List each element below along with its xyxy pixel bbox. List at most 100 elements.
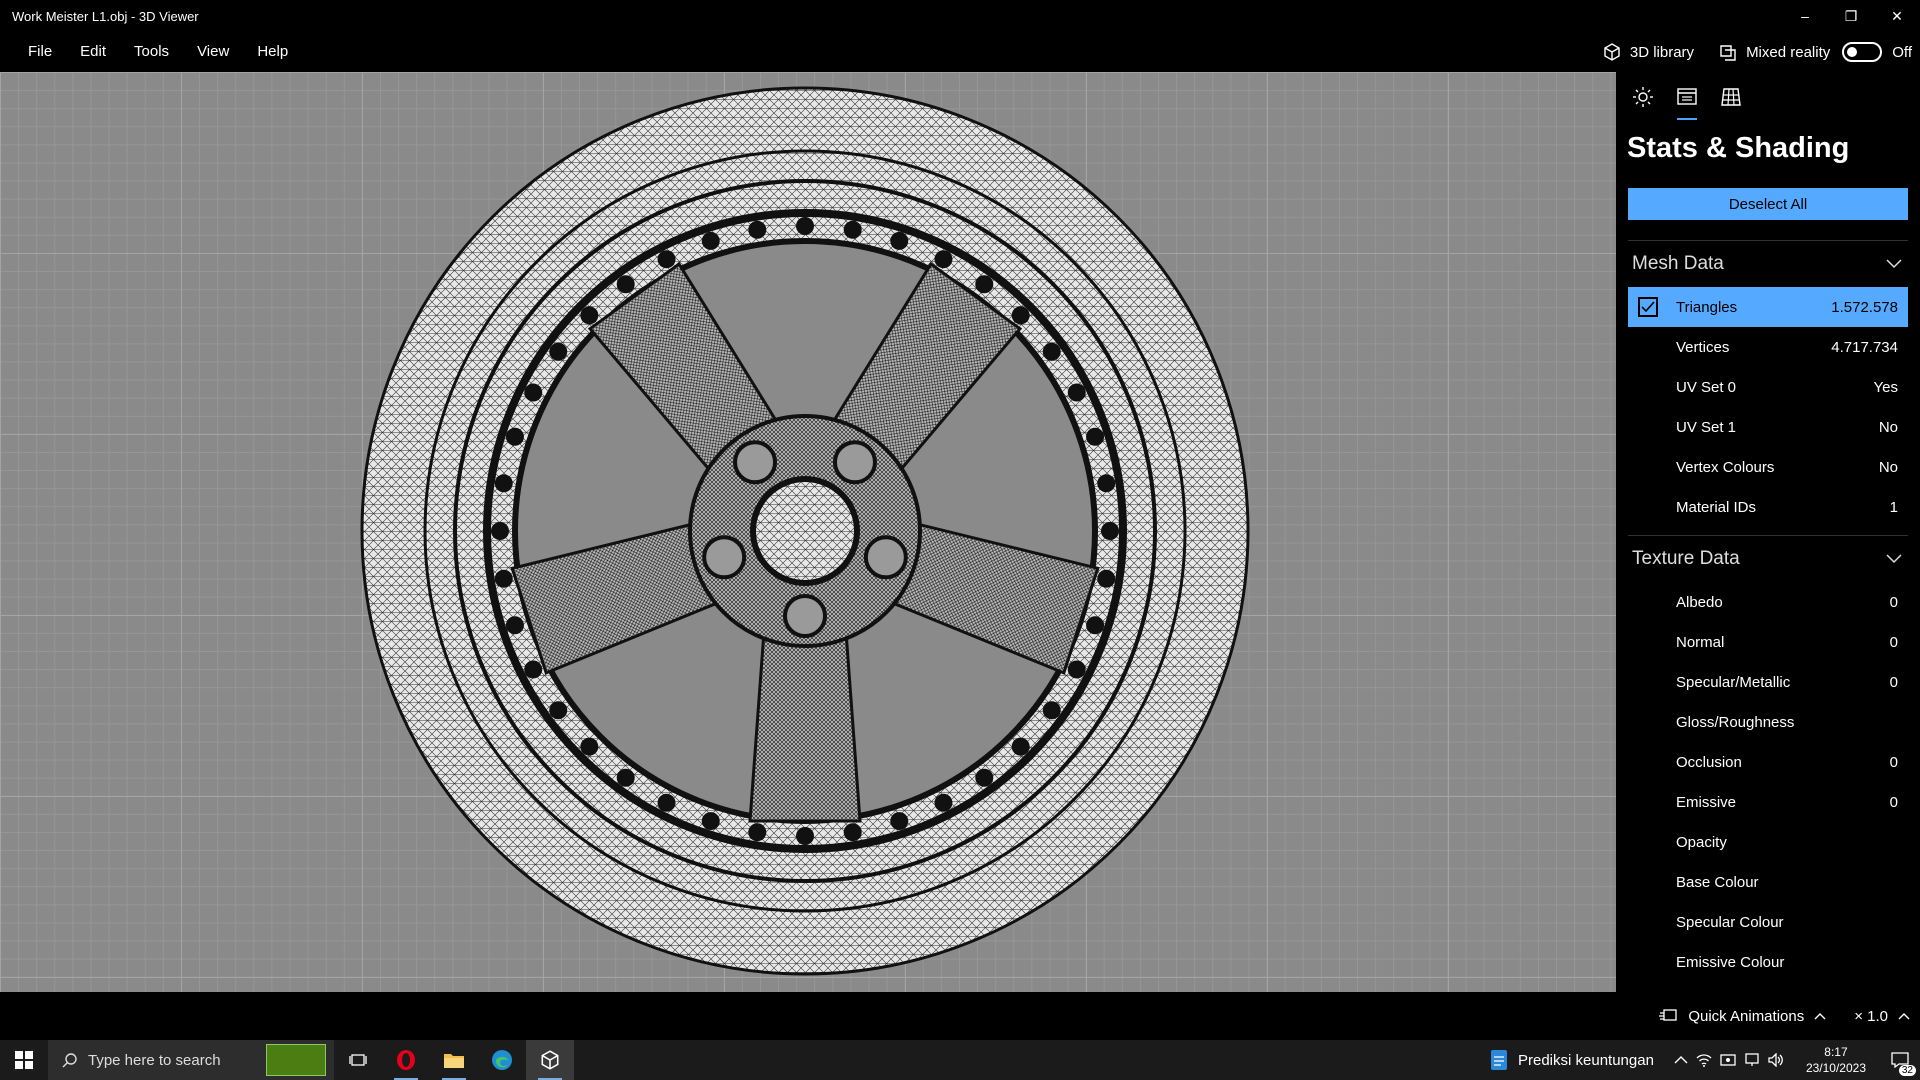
- texture-row-normal[interactable]: Normal 0: [1628, 622, 1908, 662]
- mesh-row-material-ids[interactable]: Material IDs 1: [1628, 487, 1908, 527]
- row-value: 1: [1889, 498, 1898, 516]
- wheel-model[interactable]: [360, 86, 1250, 976]
- search-highlight-image[interactable]: [266, 1044, 326, 1076]
- rivet: [524, 383, 543, 402]
- wifi-icon[interactable]: [1696, 1053, 1712, 1067]
- lug-nut: [832, 440, 877, 485]
- deselect-all-button[interactable]: Deselect All: [1628, 188, 1908, 220]
- texture-row-emissive[interactable]: Emissive 0: [1628, 782, 1908, 822]
- chevron-up-icon[interactable]: [1814, 1012, 1826, 1020]
- menu-tools[interactable]: Tools: [120, 32, 183, 72]
- taskbar-search[interactable]: Type here to search: [48, 1040, 334, 1080]
- restore-button[interactable]: ❐: [1828, 0, 1874, 32]
- start-button[interactable]: [0, 1040, 48, 1080]
- minimize-button[interactable]: –: [1782, 0, 1828, 32]
- mesh-row-vertices[interactable]: Vertices 4.717.734: [1628, 327, 1908, 367]
- texture-row-specular-colour[interactable]: Specular Colour: [1628, 902, 1908, 942]
- tab-grid[interactable]: [1716, 86, 1746, 120]
- mesh-row-vertex-colours[interactable]: Vertex Colours No: [1628, 447, 1908, 487]
- mesh-data-header[interactable]: Mesh Data: [1628, 241, 1908, 287]
- rivet: [549, 701, 568, 720]
- row-label: Specular Colour: [1676, 913, 1784, 931]
- rivet: [1097, 569, 1116, 588]
- task-view-button[interactable]: [334, 1040, 382, 1080]
- texture-row-opacity[interactable]: Opacity: [1628, 822, 1908, 862]
- tab-lighting[interactable]: [1628, 86, 1658, 120]
- rivet: [890, 812, 909, 831]
- texture-data-header[interactable]: Texture Data: [1628, 536, 1908, 582]
- clock-time: 8:17: [1824, 1045, 1848, 1059]
- mesh-data-title: Mesh Data: [1632, 253, 1724, 274]
- mesh-row-uv-set-1[interactable]: UV Set 1 No: [1628, 407, 1908, 447]
- row-label: Base Colour: [1676, 873, 1759, 891]
- row-value: 0: [1889, 633, 1898, 651]
- speed-selector[interactable]: × 1.0: [1836, 1008, 1888, 1025]
- taskbar-widget[interactable]: Prediksi keuntungan: [1478, 1049, 1666, 1071]
- menu-help[interactable]: Help: [243, 32, 302, 72]
- texture-row-specular-metallic[interactable]: Specular/Metallic 0: [1628, 662, 1908, 702]
- rivet: [701, 231, 720, 250]
- row-label: Normal: [1676, 633, 1725, 651]
- row-label: UV Set 1: [1676, 418, 1737, 436]
- tab-stats-shading[interactable]: [1672, 86, 1702, 120]
- stats-panel: Stats & Shading Deselect All Mesh Data T…: [1616, 72, 1920, 992]
- checkbox-checked-icon[interactable]: [1638, 297, 1658, 317]
- rivet: [1011, 737, 1030, 756]
- menu-edit[interactable]: Edit: [66, 32, 120, 72]
- rivet: [890, 231, 909, 250]
- chevron-down-icon: [1886, 259, 1902, 269]
- row-value: 0: [1889, 593, 1898, 611]
- 3d-viewer-app[interactable]: [526, 1040, 574, 1080]
- row-value: 0: [1889, 793, 1898, 811]
- panel-title: Stats & Shading: [1627, 132, 1850, 164]
- texture-row-albedo[interactable]: Albedo 0: [1628, 582, 1908, 622]
- stats-icon: [1677, 88, 1697, 105]
- edge-app[interactable]: [478, 1040, 526, 1080]
- texture-row-base-colour[interactable]: Base Colour: [1628, 862, 1908, 902]
- chevron-up-icon[interactable]: [1674, 1055, 1688, 1065]
- rivet: [494, 474, 513, 493]
- volume-icon[interactable]: [1768, 1053, 1784, 1067]
- notification-center-button[interactable]: 32: [1880, 1040, 1920, 1080]
- security-icon[interactable]: [1720, 1053, 1736, 1067]
- rivet: [843, 823, 862, 842]
- row-label: Specular/Metallic: [1676, 673, 1791, 691]
- 3d-viewer-icon: [541, 1050, 559, 1070]
- rivet: [975, 768, 994, 787]
- mesh-row-uv-set-0[interactable]: UV Set 0 Yes: [1628, 367, 1908, 407]
- rivet: [580, 306, 599, 325]
- cube-icon: [1604, 43, 1620, 61]
- row-label: Material IDs: [1676, 498, 1757, 516]
- mesh-row-triangles[interactable]: Triangles 1.572.578: [1628, 287, 1908, 327]
- network-icon[interactable]: [1744, 1053, 1760, 1067]
- clock-date: 23/10/2023: [1805, 1061, 1866, 1075]
- menu-view[interactable]: View: [183, 32, 243, 72]
- clock[interactable]: 8:17 23/10/2023: [1792, 1044, 1880, 1076]
- close-button[interactable]: ✕: [1874, 0, 1920, 32]
- 3d-library-label: 3D library: [1629, 43, 1695, 61]
- mixed-reality-toggle[interactable]: [1842, 42, 1883, 62]
- grid-icon: [1721, 88, 1741, 106]
- texture-row-occlusion[interactable]: Occlusion 0: [1628, 742, 1908, 782]
- opera-icon: [397, 1050, 415, 1070]
- texture-row-gloss-roughness[interactable]: Gloss/Roughness: [1628, 702, 1908, 742]
- rivet: [748, 220, 767, 239]
- rivet: [843, 220, 862, 239]
- widget-text: Prediksi keuntungan: [1518, 1051, 1654, 1069]
- 3d-viewport[interactable]: [0, 72, 1616, 992]
- opera-app[interactable]: [382, 1040, 430, 1080]
- quick-animations-icon: [1659, 1009, 1677, 1021]
- file-explorer-app[interactable]: [430, 1040, 478, 1080]
- 3d-library-button[interactable]: 3D library: [1590, 32, 1706, 72]
- quick-animations-button[interactable]: Quick Animations: [1688, 1008, 1804, 1025]
- texture-row-emissive-colour[interactable]: Emissive Colour: [1628, 942, 1908, 982]
- rivet: [1067, 383, 1086, 402]
- windows-logo-icon: [15, 1051, 33, 1069]
- rivet: [796, 827, 814, 845]
- menu-file[interactable]: File: [14, 32, 66, 72]
- rivet: [616, 768, 635, 787]
- mixed-reality-button[interactable]: Mixed reality: [1706, 32, 1842, 72]
- animation-bar: Quick Animations × 1.0: [0, 992, 1920, 1040]
- chevron-up-icon[interactable]: [1898, 1012, 1910, 1020]
- center-bore: [750, 476, 860, 586]
